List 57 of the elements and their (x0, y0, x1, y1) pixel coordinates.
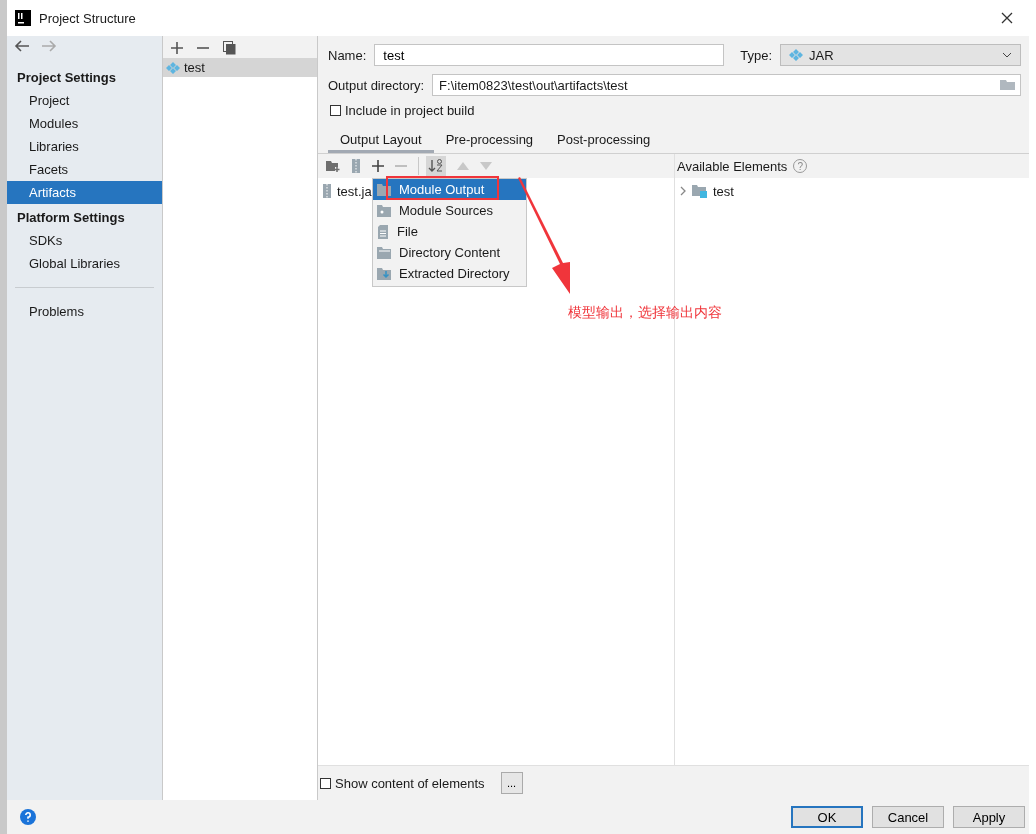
show-content-label: Show content of elements (335, 775, 485, 791)
sidebar-item[interactable]: Modules (7, 112, 162, 135)
add-icon[interactable] (171, 42, 183, 54)
archive-icon (322, 184, 332, 198)
tab[interactable]: Pre-processing (433, 128, 546, 153)
menu-item[interactable]: Module Output (373, 179, 526, 200)
chevron-down-icon (1002, 52, 1012, 58)
section-header: Platform Settings (16, 209, 126, 227)
menu-item[interactable]: Directory Content (373, 242, 526, 263)
sidebar-item[interactable]: SDKs (7, 229, 162, 252)
file-icon (377, 224, 389, 239)
artifact-item[interactable]: test (163, 58, 317, 77)
back-arrow-icon[interactable] (14, 40, 30, 52)
add-icon[interactable] (372, 160, 384, 172)
jar-icon (789, 48, 804, 62)
sidebar-item[interactable]: Facets (7, 158, 162, 181)
copy-icon[interactable] (223, 41, 236, 55)
section-header: Project Settings (16, 69, 117, 87)
sidebar-item[interactable]: Artifacts (7, 181, 162, 204)
type-label: Type: (740, 47, 773, 63)
new-folder-icon[interactable] (326, 160, 340, 172)
checkbox[interactable] (320, 777, 331, 789)
name-field[interactable]: test (374, 44, 725, 66)
name-label: Name: (328, 47, 367, 63)
help-icon[interactable] (20, 809, 36, 825)
menu-item[interactable]: Extracted Directory (373, 263, 526, 284)
folder-icon (377, 246, 391, 259)
output-directory-label: Output directory: (328, 77, 425, 93)
type-dropdown[interactable]: JAR (780, 44, 1021, 66)
checkbox[interactable] (330, 104, 341, 116)
window-title: Project Structure (39, 10, 137, 26)
sidebar-item[interactable]: Problems (7, 300, 162, 323)
folder-icon (377, 204, 391, 217)
app-icon (15, 10, 31, 26)
dialog-button[interactable]: OK (791, 806, 863, 828)
folder-icon (377, 183, 391, 196)
output-directory-field[interactable]: F:\item0823\test\out\artifacts\test (432, 74, 1021, 96)
extract-folder-icon (377, 267, 391, 280)
sidebar-item[interactable]: Libraries (7, 135, 162, 158)
module-folder-icon (692, 184, 708, 198)
available-elements-title: Available Elements (677, 158, 788, 174)
menu-item[interactable]: Module Sources (373, 200, 526, 221)
more-button[interactable]: ... (500, 772, 523, 794)
sort-icon[interactable] (426, 156, 446, 176)
artifact-icon (166, 60, 180, 75)
menu-item[interactable]: File (373, 221, 526, 242)
annotation-text: 模型输出，选择输出内容 (568, 304, 722, 322)
sidebar-item[interactable]: Project (7, 89, 162, 112)
tree-item[interactable]: test (713, 183, 734, 199)
close-icon[interactable] (1001, 12, 1013, 24)
tab[interactable]: Post-processing (545, 128, 663, 153)
dialog-button[interactable]: Apply (953, 806, 1025, 828)
include-label: Include in project build (345, 102, 475, 118)
sidebar-item[interactable]: Global Libraries (7, 252, 162, 275)
dialog-button[interactable]: Cancel (872, 806, 944, 828)
tree-item[interactable]: test.ja (337, 183, 372, 199)
artifact-name: test (184, 60, 205, 75)
